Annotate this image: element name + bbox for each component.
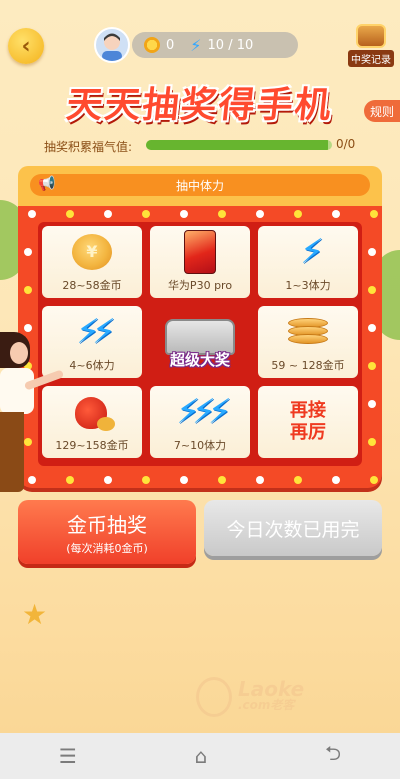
treasure-box-icon bbox=[356, 24, 386, 48]
marquee-bulb bbox=[332, 210, 340, 218]
prize-label: 28~58金币 bbox=[62, 279, 122, 292]
marquee-bulb bbox=[368, 362, 376, 370]
back-icon[interactable]: ⮌ bbox=[325, 739, 341, 773]
marquee-bulb bbox=[24, 248, 32, 256]
marquee-bulb bbox=[294, 210, 302, 218]
announcement-banner: 抽中体力 bbox=[30, 174, 370, 196]
gold-coin-icon: ¥ bbox=[72, 233, 112, 270]
marquee-bulb bbox=[66, 210, 74, 218]
prize-cell-7: ⚡⚡⚡ 7~10体力 bbox=[150, 386, 250, 458]
coin-draw-button[interactable]: 金币抽奖 (每次消耗0金币) bbox=[18, 500, 196, 564]
marquee-bulb bbox=[368, 400, 376, 408]
marquee-bulb bbox=[294, 476, 302, 484]
energy-icon: ⚡ bbox=[190, 35, 202, 55]
stats-bar: 0 ⚡ 10 / 10 bbox=[132, 32, 298, 58]
system-nav-bar: ☰ ⌂ ⮌ bbox=[0, 733, 400, 779]
watermark-line2: .com老客 bbox=[238, 698, 295, 712]
host-illustration bbox=[0, 332, 65, 492]
marquee-bulb bbox=[368, 324, 376, 332]
star-icon: ★ bbox=[22, 598, 48, 631]
megaphone-icon: 📢 bbox=[38, 176, 56, 192]
coin-count: 0 bbox=[166, 37, 175, 53]
prize-cell-8: 再接 再厉 bbox=[258, 386, 358, 458]
progress-value: 0/0 bbox=[336, 137, 356, 151]
energy-count: 10 / 10 bbox=[207, 37, 254, 53]
marquee-bulb bbox=[256, 476, 264, 484]
page-title: 天天抽奖得手机 bbox=[64, 85, 335, 126]
prize-cell-5: 59 ~ 128金币 bbox=[258, 306, 358, 378]
energy-bolt-icon: ⚡ bbox=[300, 231, 324, 272]
watermark: Laoke .com老客 bbox=[196, 672, 356, 722]
marquee-bulb bbox=[368, 248, 376, 256]
grand-prize-button[interactable]: 超级大奖 bbox=[148, 308, 252, 380]
daily-limit-button[interactable]: 今日次数已用完 bbox=[204, 500, 382, 556]
marquee-bulb bbox=[256, 210, 264, 218]
marquee-bulb bbox=[24, 286, 32, 294]
runner-logo-icon bbox=[196, 677, 232, 717]
marquee-bulb bbox=[370, 210, 378, 218]
marquee-bulb bbox=[180, 476, 188, 484]
progress-fill bbox=[146, 140, 329, 150]
coin-icon bbox=[144, 37, 160, 53]
menu-icon[interactable]: ☰ bbox=[59, 744, 77, 768]
grand-prize-label: 超级大奖 bbox=[169, 350, 230, 369]
red-bag-icon bbox=[69, 393, 115, 431]
marquee-bulb bbox=[104, 476, 112, 484]
marquee-bulb bbox=[28, 210, 36, 218]
prize-label: 129~158金币 bbox=[55, 439, 129, 452]
home-icon[interactable]: ⌂ bbox=[195, 744, 208, 768]
marquee-bulb bbox=[142, 210, 150, 218]
triple-bolt-icon: ⚡⚡⚡ bbox=[176, 391, 232, 432]
watermark-line1: Laoke bbox=[238, 677, 305, 701]
marquee-bulb bbox=[368, 286, 376, 294]
user-avatar-icon bbox=[102, 33, 122, 61]
prize-cell-2: 华为P30 pro bbox=[150, 226, 250, 298]
marquee-bulb bbox=[370, 476, 378, 484]
coin-draw-cost: (每次消耗0金币) bbox=[66, 541, 148, 555]
progress-bar bbox=[146, 140, 332, 150]
marquee-bulb bbox=[142, 476, 150, 484]
prize-label: 4~6体力 bbox=[69, 359, 115, 372]
marquee-bulb bbox=[104, 210, 112, 218]
double-bolt-icon: ⚡⚡ bbox=[76, 311, 116, 352]
win-record-button[interactable]: 中奖记录 bbox=[346, 24, 396, 70]
marquee-bulb bbox=[24, 324, 32, 332]
marquee-bulb bbox=[66, 476, 74, 484]
marquee-bulb bbox=[332, 476, 340, 484]
coin-stack-icon bbox=[288, 317, 328, 344]
win-record-label: 中奖记录 bbox=[348, 50, 394, 67]
prize-label: 华为P30 pro bbox=[167, 279, 233, 292]
prize-cell-6: 129~158金币 bbox=[42, 386, 142, 458]
back-button[interactable]: ‹ bbox=[8, 28, 44, 64]
marquee-bulb bbox=[218, 210, 226, 218]
prize-cell-1: ¥ 28~58金币 bbox=[42, 226, 142, 298]
coin-draw-label: 金币抽奖 bbox=[67, 512, 147, 537]
marquee-bulb bbox=[218, 476, 226, 484]
prize-cell-4: ⚡⚡ 4~6体力 bbox=[42, 306, 142, 378]
prize-label: 59 ~ 128金币 bbox=[271, 359, 345, 372]
avatar[interactable] bbox=[94, 27, 130, 63]
prize-cell-3: ⚡ 1~3体力 bbox=[258, 226, 358, 298]
rules-button[interactable]: 规则 bbox=[364, 100, 400, 122]
prize-label: 1~3体力 bbox=[285, 279, 331, 292]
marquee-bulb bbox=[368, 438, 376, 446]
chevron-left-icon: ‹ bbox=[21, 33, 31, 59]
marquee-bulb bbox=[180, 210, 188, 218]
phone-icon bbox=[184, 229, 216, 274]
prize-label: 7~10体力 bbox=[173, 439, 227, 452]
progress-label: 抽奖积累福气值: bbox=[44, 140, 133, 154]
